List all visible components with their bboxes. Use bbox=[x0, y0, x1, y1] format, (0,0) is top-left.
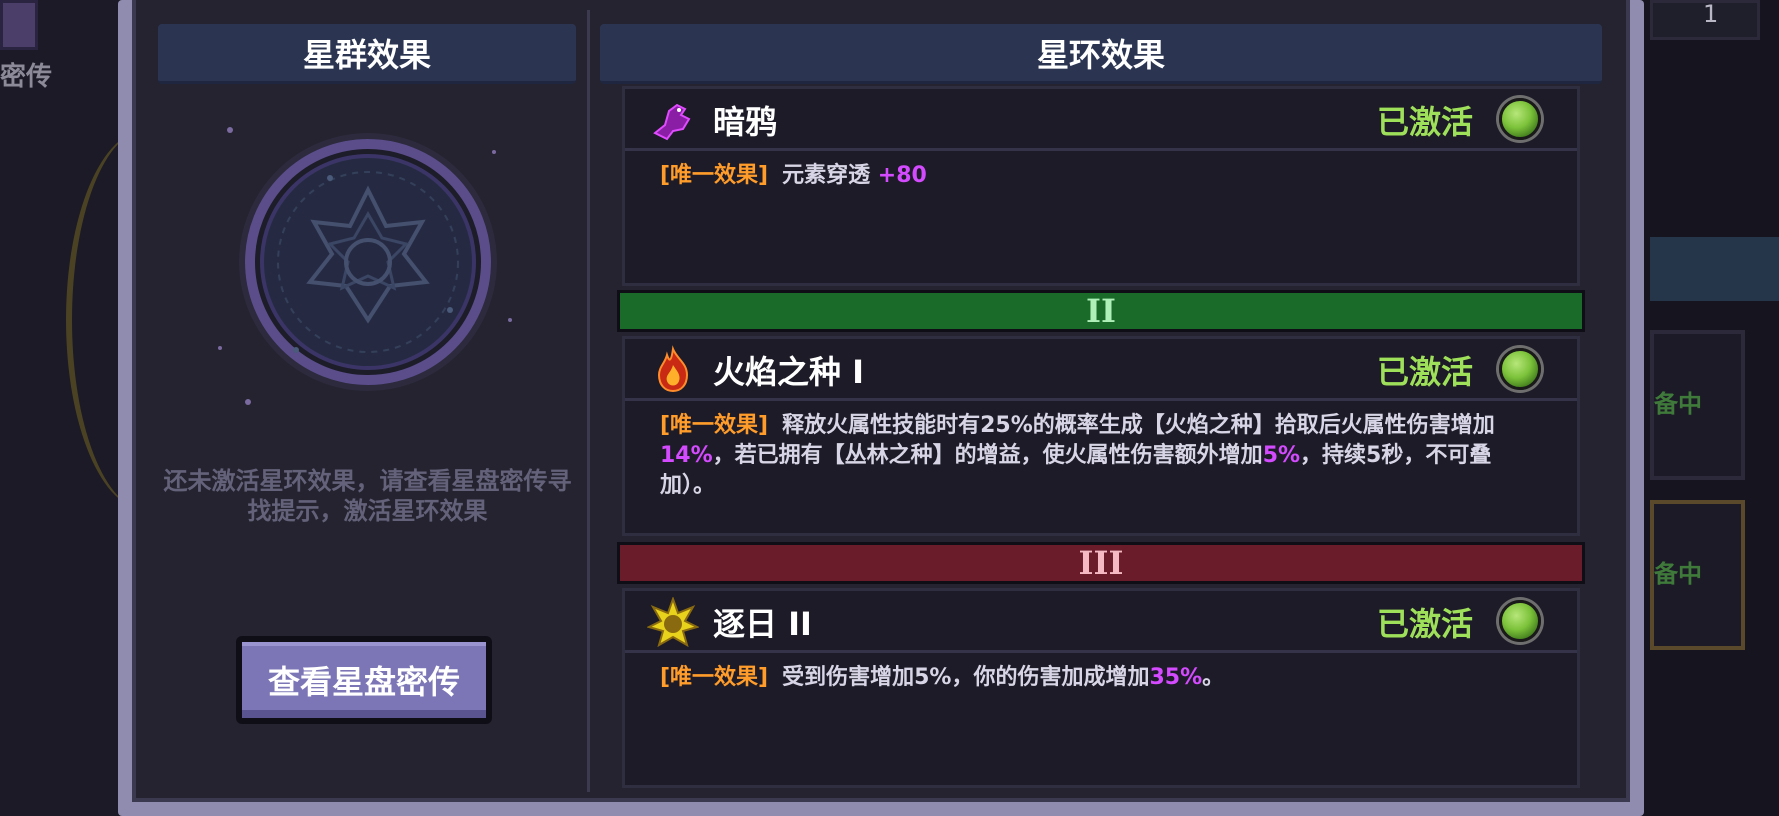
no-effect-hint: 还未激活星环效果，请查看星盘密传寻找提示，激活星环效果 bbox=[163, 467, 572, 525]
panel-divider bbox=[587, 10, 590, 792]
background-slot-count: 1 bbox=[1703, 0, 1719, 28]
desc-text: 元素穿透 bbox=[782, 163, 878, 188]
dark-crow-icon bbox=[653, 103, 691, 141]
active-orb-icon bbox=[1499, 98, 1541, 140]
desc-text: ，若已拥有【丛林之种】的增益，使火属性伤害额外增加 bbox=[712, 443, 1263, 468]
effect-description: [唯一效果] 元素穿透 +80 bbox=[660, 161, 1537, 191]
sun-chaser-icon bbox=[647, 597, 699, 648]
unique-effect-tag: [唯一效果] bbox=[660, 665, 769, 690]
desc-highlight: 14% bbox=[660, 443, 713, 468]
effect-card-dark-crow: 暗鸦 已激活 [唯一效果] 元素穿透 +80 bbox=[622, 86, 1580, 286]
flame-seed-icon bbox=[657, 345, 689, 393]
star-disc-icon bbox=[218, 127, 512, 405]
effect-status: 已激活 bbox=[1376, 605, 1473, 643]
tier-2-divider: II bbox=[617, 290, 1585, 332]
desc-highlight: 35% bbox=[1149, 665, 1203, 690]
desc-highlight: 5% bbox=[1262, 443, 1301, 468]
effect-header: 火焰之种 I 已激活 bbox=[625, 339, 1577, 401]
effect-status: 已激活 bbox=[1376, 353, 1473, 391]
active-orb-icon bbox=[1499, 348, 1541, 390]
effect-name: 暗鸦 bbox=[713, 103, 778, 141]
effect-name: 火焰之种 I bbox=[713, 353, 865, 391]
effect-header: 暗鸦 已激活 bbox=[625, 89, 1577, 151]
effect-description: [唯一效果] 释放火属性技能时有25%的概率生成【火焰之种】拾取后火属性伤害增加 1… bbox=[660, 411, 1537, 501]
background-card: 备中 bbox=[1650, 330, 1745, 480]
effect-description: [唯一效果] 受到伤害增加5%，你的伤害加成增加35%。 bbox=[660, 663, 1537, 693]
active-orb-icon bbox=[1499, 600, 1541, 642]
effect-card-flame-seed: 火焰之种 I 已激活 [唯一效果] 释放火属性技能时有25%的概率生成【火焰之种】… bbox=[622, 336, 1580, 536]
tier-3-divider: III bbox=[617, 542, 1585, 584]
desc-text: 。 bbox=[1202, 665, 1225, 690]
background-strip bbox=[1650, 237, 1779, 301]
star-ring-effect-title: 星环效果 bbox=[600, 24, 1602, 84]
desc-text: 受到伤害增加5%，你的伤害加成增加 bbox=[782, 665, 1150, 690]
unique-effect-tag: [唯一效果] bbox=[660, 163, 769, 188]
desc-text: 释放火属性技能时有25%的概率生成【火焰之种】拾取后火属性伤害增加 bbox=[782, 413, 1495, 438]
background-card: 备中 bbox=[1650, 500, 1745, 650]
background-left-label: 密传 bbox=[0, 62, 53, 92]
effect-card-sun-chaser: 逐日 II 已激活 [唯一效果] 受到伤害增加5%，你的伤害加成增加35%。 bbox=[622, 588, 1580, 788]
view-starchart-lore-button[interactable]: 查看星盘密传 bbox=[236, 636, 492, 724]
constellation-effect-title: 星群效果 bbox=[158, 24, 576, 84]
effect-header: 逐日 II 已激活 bbox=[625, 591, 1577, 653]
star-disc bbox=[200, 110, 540, 430]
background-book-icon bbox=[0, 0, 38, 50]
effect-name: 逐日 II bbox=[713, 605, 812, 643]
effect-status: 已激活 bbox=[1376, 103, 1473, 141]
desc-highlight: +80 bbox=[877, 163, 927, 188]
background-card-label: 备中 bbox=[1654, 390, 1702, 418]
background-card-label: 备中 bbox=[1654, 560, 1702, 588]
unique-effect-tag: [唯一效果] bbox=[660, 413, 769, 438]
